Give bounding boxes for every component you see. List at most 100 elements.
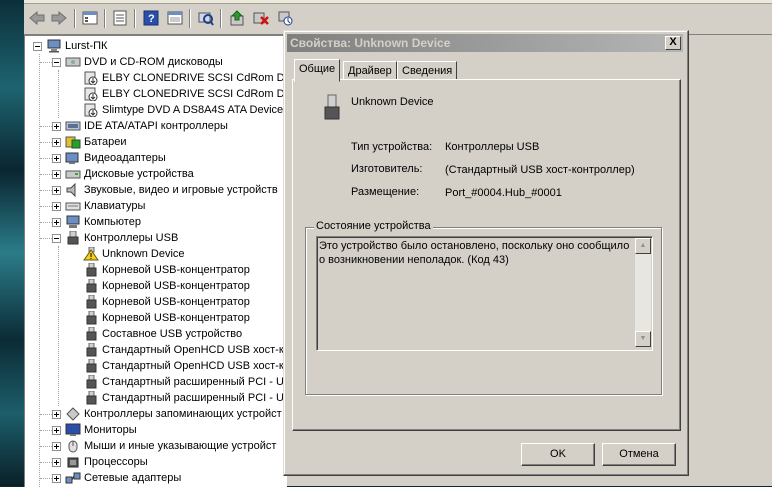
collapse-toggle[interactable] [52,57,61,67]
tree-category-item[interactable]: Компьютер [40,214,141,230]
dialog-titlebar[interactable]: Свойства: Unknown Device X [287,34,683,52]
close-button[interactable]: X [665,36,681,50]
tab-general[interactable]: Общие [294,59,341,82]
properties-icon [113,10,127,26]
tree-category-item[interactable]: Звуковые, видео и игровые устройств [40,182,278,198]
update-driver-button[interactable] [228,9,246,27]
expand-toggle[interactable] [52,137,61,147]
tree-connector [58,246,59,406]
usb-plug-icon [86,279,97,293]
tree-device-item[interactable]: ELBY CLONEDRIVE SCSI CdRom Devi [70,86,287,102]
collapse-toggle[interactable] [33,41,42,51]
expand-toggle[interactable] [52,185,61,195]
computer-icon [66,215,80,228]
tree-root-label: Lurst-ПК [65,40,108,52]
tree-device-item[interactable]: Корневой USB-концентратор [70,294,250,310]
collapse-toggle[interactable] [52,233,61,243]
expand-toggle[interactable] [52,409,61,419]
toolbar-separator [134,9,136,28]
tree-device-item[interactable]: Корневой USB-концентратор [70,262,250,278]
tree-category-item[interactable]: Мыши и иные указывающие устройст [40,438,277,454]
tree-device-item[interactable]: Составное USB устройство [70,326,242,342]
usb-plug-icon [86,311,97,325]
disable-button[interactable] [276,9,294,27]
tab-driver[interactable]: Драйвер [343,61,397,80]
tree-category-item[interactable]: Дисковые устройства [40,166,194,182]
window-view-icon [167,11,183,25]
properties-dialog: Свойства: Unknown Device X Общие Драйвер… [283,30,689,476]
tree-item-label: DVD и CD-ROM дисководы [84,56,223,68]
ide-controller-icon [65,121,81,131]
tree-item-label: Звуковые, видео и игровые устройств [84,184,278,196]
up-level-button[interactable] [81,9,99,27]
tree-category-item[interactable]: Контроллеры USB [40,230,179,246]
tab-details[interactable]: Сведения [397,61,458,80]
tree-item-label: Стандартный расширенный PCI - U [102,392,284,404]
expand-toggle[interactable] [52,441,61,451]
tree-item-label: Контроллеры USB [84,232,179,244]
tree-connector [40,430,52,431]
tree-device-item[interactable]: Стандартный OpenHCD USB хост-к [70,342,284,358]
tree-item-label: IDE ATA/ATAPI контроллеры [84,120,228,132]
storage-controller-icon [66,407,80,421]
tree-device-item[interactable]: Корневой USB-концентратор [70,310,250,326]
computer-icon [47,39,61,53]
tree-root[interactable]: Lurst-ПК [33,38,107,54]
status-scrollbar[interactable]: ▲ ▼ [635,238,651,347]
ok-button[interactable]: OK [521,443,595,466]
tree-device-item[interactable]: Slimtype DVD A DS8A4S ATA Device [70,102,283,118]
tree-device-item[interactable]: Стандартный расширенный PCI - U [70,374,284,390]
cancel-button[interactable]: Отмена [602,443,676,466]
expand-toggle[interactable] [52,153,61,163]
expand-toggle[interactable] [52,457,61,467]
expand-toggle[interactable] [52,217,61,227]
tree-category-item[interactable]: Контроллеры запоминающих устройст [40,406,282,422]
scroll-up-button[interactable]: ▲ [635,238,651,254]
tree-item-label: Стандартный расширенный PCI - U [102,376,284,388]
forward-button[interactable] [50,9,68,27]
tree-category-item[interactable]: Батареи [40,134,127,150]
tree-item-label: Корневой USB-концентратор [102,312,250,324]
device-tree: Lurst-ПК DVD и CD-ROM дисководы ELBY CLON… [24,35,287,487]
usb-icon [67,231,79,245]
tree-item-label: Стандартный OpenHCD USB хост-к [102,360,284,372]
tree-category-item[interactable]: Видеоадаптеры [40,150,166,166]
scroll-down-button[interactable]: ▼ [635,331,651,347]
toolbar-separator [104,9,106,28]
tree-category-item[interactable]: Клавиатуры [40,198,145,214]
tree-item-label: Составное USB устройство [102,328,243,340]
tree-category-item[interactable]: DVD и CD-ROM дисководы [40,54,223,70]
properties-button[interactable] [111,9,129,27]
mouse-icon [68,440,78,453]
expand-toggle[interactable] [52,201,61,211]
usb-plug-icon [86,327,97,341]
uninstall-button[interactable] [252,9,270,27]
help-button[interactable]: ? [142,9,160,27]
expand-toggle[interactable] [52,473,61,483]
tree-category-item[interactable]: Процессоры [40,454,148,470]
tree-category-item[interactable]: Мониторы [40,422,137,438]
device-status-textbox[interactable]: Это устройство было остановлено, посколь… [316,236,653,351]
tree-category-item[interactable]: Сетевые адаптеры [40,470,181,486]
tree-item-label: Мыши и иные указывающие устройст [84,440,277,452]
tree-connector [40,142,52,143]
expand-toggle[interactable] [52,169,61,179]
expand-toggle[interactable] [52,121,61,131]
tree-device-item[interactable]: Корневой USB-концентратор [70,278,250,294]
tree-category-item[interactable]: IDE ATA/ATAPI контроллеры [40,118,228,134]
help-icon: ? [143,10,159,26]
toolbar-separator [189,9,191,28]
scan-hardware-icon [198,12,214,26]
tree-connector [40,206,52,207]
scan-hardware-button[interactable] [197,9,215,27]
tree-device-item[interactable]: Unknown Device [70,246,185,262]
expand-toggle[interactable] [52,425,61,435]
back-button[interactable] [28,9,46,27]
tree-connector [39,54,40,487]
menu-bar-edge [24,0,772,4]
tree-item-label: Стандартный OpenHCD USB хост-к [102,344,284,356]
tree-device-item[interactable]: Стандартный OpenHCD USB хост-к [70,358,284,374]
view-button[interactable] [166,9,184,27]
tree-device-item[interactable]: ELBY CLONEDRIVE SCSI CdRom Devi [70,70,287,86]
tree-device-item[interactable]: Стандартный расширенный PCI - U [70,390,284,406]
